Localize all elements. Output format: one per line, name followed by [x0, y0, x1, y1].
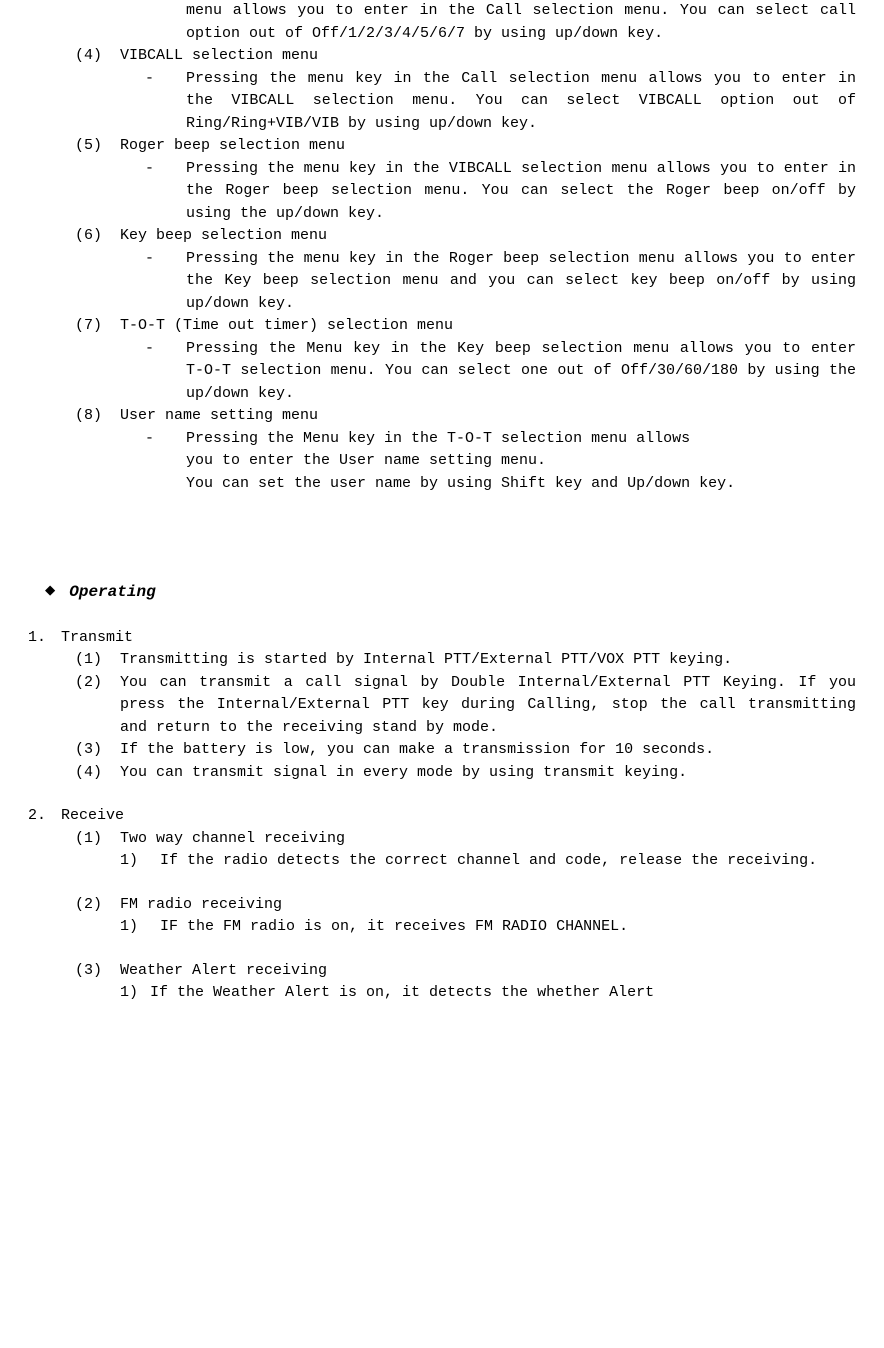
- sub-title: Weather Alert receiving: [120, 960, 856, 983]
- item-title: User name setting menu: [120, 405, 856, 428]
- document-page: menu allows you to enter in the Call sel…: [0, 0, 884, 1025]
- section-title: Transmit: [61, 627, 133, 650]
- item-number: (8): [75, 405, 120, 428]
- dash-mark: -: [145, 68, 186, 136]
- item-title: Roger beep selection menu: [120, 135, 856, 158]
- dash-bullet: - Pressing the menu key in the Roger bee…: [145, 248, 856, 316]
- dash-text: Pressing the Menu key in the T-O-T selec…: [186, 428, 859, 451]
- sub-item: (1) Transmitting is started by Internal …: [75, 649, 856, 672]
- item-number: (6): [75, 225, 120, 248]
- sub-title: Two way channel receiving: [120, 828, 856, 851]
- dash-text: Pressing the Menu key in the Key beep se…: [186, 338, 856, 406]
- section-number: 2.: [28, 805, 61, 828]
- sub-number: (2): [75, 894, 120, 917]
- section-title: Receive: [61, 805, 124, 828]
- inner-number: 1): [120, 850, 160, 873]
- continuation-text: menu allows you to enter in the Call sel…: [186, 0, 856, 45]
- inner-item: 1) If the radio detects the correct chan…: [120, 850, 856, 873]
- sub-title: FM radio receiving: [120, 894, 856, 917]
- sub-item: (1) Two way channel receiving: [75, 828, 856, 851]
- item-number: (5): [75, 135, 120, 158]
- sub-number: (2): [75, 672, 120, 740]
- sub-number: (3): [75, 739, 120, 762]
- item-title: VIBCALL selection menu: [120, 45, 856, 68]
- dash-bullet: - Pressing the menu key in the Call sele…: [145, 68, 856, 136]
- item-title: Key beep selection menu: [120, 225, 856, 248]
- menu-item-4: (4) VIBCALL selection menu: [75, 45, 856, 68]
- dash-bullet: - Pressing the menu key in the VIBCALL s…: [145, 158, 856, 226]
- inner-number: 1): [120, 982, 150, 1005]
- inner-text: If the radio detects the correct channel…: [160, 850, 856, 873]
- sub-item: (3) If the battery is low, you can make …: [75, 739, 856, 762]
- operating-heading: ◆ Operating: [45, 579, 856, 605]
- spacer: [28, 784, 856, 805]
- sub-number: (3): [75, 960, 120, 983]
- sub-number: (4): [75, 762, 120, 785]
- dash-mark: -: [145, 428, 186, 451]
- continuation-text: you to enter the User name setting menu.: [186, 450, 856, 473]
- dash-mark: -: [145, 248, 186, 316]
- spacer: [28, 939, 856, 960]
- sub-item: (4) You can transmit signal in every mod…: [75, 762, 856, 785]
- dash-bullet: - Pressing the Menu key in the Key beep …: [145, 338, 856, 406]
- dash-mark: -: [145, 158, 186, 226]
- section-2: 2. Receive: [28, 805, 856, 828]
- item-number: (4): [75, 45, 120, 68]
- diamond-icon: ◆: [45, 579, 55, 605]
- spacer: [28, 495, 856, 579]
- dash-bullet: - Pressing the Menu key in the T-O-T sel…: [145, 428, 856, 451]
- heading-title: Operating: [69, 580, 155, 604]
- dash-text: Pressing the menu key in the VIBCALL sel…: [186, 158, 856, 226]
- inner-number: 1): [120, 916, 160, 939]
- section-1: 1. Transmit: [28, 627, 856, 650]
- dash-mark: -: [145, 338, 186, 406]
- sub-number: (1): [75, 828, 120, 851]
- inner-item: 1) If the Weather Alert is on, it detect…: [120, 982, 856, 1005]
- menu-item-5: (5) Roger beep selection menu: [75, 135, 856, 158]
- item-number: (7): [75, 315, 120, 338]
- continuation-text: You can set the user name by using Shift…: [186, 473, 856, 496]
- dash-text: Pressing the menu key in the Call select…: [186, 68, 856, 136]
- section-number: 1.: [28, 627, 61, 650]
- sub-item: (2) FM radio receiving: [75, 894, 856, 917]
- item-title: T-O-T (Time out timer) selection menu: [120, 315, 856, 338]
- menu-item-6: (6) Key beep selection menu: [75, 225, 856, 248]
- menu-item-8: (8) User name setting menu: [75, 405, 856, 428]
- sub-text: You can transmit a call signal by Double…: [120, 672, 856, 740]
- inner-item: 1) IF the FM radio is on, it receives FM…: [120, 916, 856, 939]
- inner-text: If the Weather Alert is on, it detects t…: [150, 982, 856, 1005]
- sub-text: You can transmit signal in every mode by…: [120, 762, 856, 785]
- sub-item: (2) You can transmit a call signal by Do…: [75, 672, 856, 740]
- sub-text: If the battery is low, you can make a tr…: [120, 739, 856, 762]
- sub-text: Transmitting is started by Internal PTT/…: [120, 649, 856, 672]
- menu-item-7: (7) T-O-T (Time out timer) selection men…: [75, 315, 856, 338]
- dash-text: Pressing the menu key in the Roger beep …: [186, 248, 856, 316]
- sub-number: (1): [75, 649, 120, 672]
- inner-text: IF the FM radio is on, it receives FM RA…: [160, 916, 856, 939]
- spacer: [28, 873, 856, 894]
- sub-item: (3) Weather Alert receiving: [75, 960, 856, 983]
